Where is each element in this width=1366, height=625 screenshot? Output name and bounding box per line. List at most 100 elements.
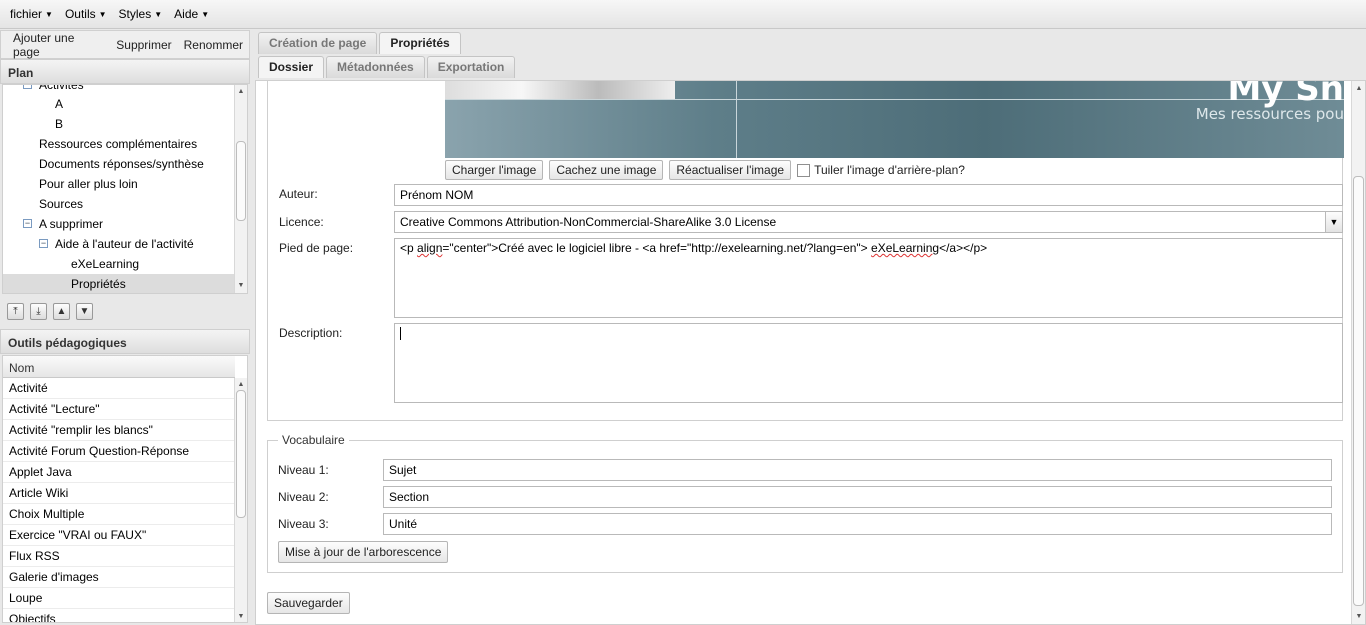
list-item[interactable]: Article Wiki [3, 483, 235, 504]
menu-styles[interactable]: Styles ▼ [113, 7, 169, 21]
banner-subtitle: Mes ressources pou [1195, 105, 1344, 123]
chevron-down-icon: ▼ [45, 9, 53, 19]
list-item[interactable]: Activité Forum Question-Réponse [3, 441, 235, 462]
move-up-icon[interactable]: ▲ [53, 302, 70, 320]
tab-metadonnees[interactable]: Métadonnées [326, 56, 425, 78]
collapse-icon[interactable]: − [23, 219, 32, 228]
tree-item-a-supprimer[interactable]: − A supprimer [23, 214, 103, 234]
license-label: Licence: [279, 215, 324, 229]
menu-outils[interactable]: Outils ▼ [59, 7, 113, 21]
level2-field[interactable]: Section [383, 486, 1332, 508]
tree-item-activites[interactable]: − Activités [23, 85, 84, 95]
header-image-preview: My Sn Mes ressources pou [445, 81, 1344, 158]
scroll-down-icon[interactable]: ▼ [236, 281, 246, 291]
license-value: Creative Commons Attribution-NonCommerci… [400, 215, 777, 229]
tab-exportation[interactable]: Exportation [426, 56, 516, 78]
menu-aide-label: Aide [174, 7, 199, 21]
load-image-button[interactable]: Charger l'image [445, 160, 544, 180]
author-field[interactable]: Prénom NOM [394, 184, 1343, 206]
level1-field[interactable]: Sujet [383, 459, 1332, 481]
tree-item-sources[interactable]: Sources [39, 194, 83, 214]
list-item[interactable]: Flux RSS [3, 546, 235, 567]
tree-item-b[interactable]: B [55, 114, 63, 134]
level2-label: Niveau 2: [278, 490, 329, 504]
text-cursor [400, 327, 401, 341]
tree-item-proprietes[interactable]: Propriétés [3, 274, 235, 293]
list-item[interactable]: Applet Java [3, 462, 235, 483]
list-item[interactable]: Galerie d'images [3, 567, 235, 588]
move-top-icon[interactable]: ⤒ [7, 302, 24, 320]
author-label: Auteur: [279, 187, 318, 201]
list-item[interactable]: Activité [3, 378, 235, 399]
properties-content: My Sn Mes ressources pou Charger l'image… [255, 80, 1366, 625]
left-panel: Ajouter une page Supprimer Renommer Plan… [0, 30, 250, 625]
level3-field[interactable]: Unité [383, 513, 1332, 535]
list-item[interactable]: Choix Multiple [3, 504, 235, 525]
tree-item-pour-aller[interactable]: Pour aller plus loin [39, 174, 138, 194]
update-tree-button[interactable]: Mise à jour de l'arborescence [278, 541, 449, 563]
page-toolbar: Ajouter une page Supprimer Renommer [0, 30, 250, 59]
collapse-icon[interactable]: − [23, 85, 32, 89]
list-item[interactable]: Activité "Lecture" [3, 399, 235, 420]
save-button[interactable]: Sauvegarder [267, 592, 350, 614]
sub-tabs: Dossier Métadonnées Exportation [255, 56, 516, 80]
hide-image-button[interactable]: Cachez une image [549, 160, 664, 180]
move-down-icon[interactable]: ▼ [76, 302, 93, 320]
tree-scrollbar[interactable]: ▲ ▼ [234, 85, 247, 293]
footer-text: </a></p> [939, 241, 988, 255]
scroll-thumb[interactable] [236, 141, 246, 221]
tile-checkbox[interactable] [797, 164, 811, 178]
rename-page-button[interactable]: Renommer [178, 38, 249, 52]
chevron-down-icon: ▼ [98, 9, 107, 19]
collapse-icon[interactable]: − [39, 239, 48, 248]
vocabulary-fieldset: Vocabulaire Niveau 1: Sujet Niveau 2: Se… [267, 433, 1343, 573]
scroll-up-icon[interactable]: ▲ [1354, 84, 1364, 94]
tab-dossier[interactable]: Dossier [258, 56, 325, 78]
tab-proprietes[interactable]: Propriétés [379, 32, 461, 54]
column-header-nom[interactable]: Nom [3, 356, 235, 378]
scroll-down-icon[interactable]: ▼ [1354, 612, 1364, 622]
menu-outils-label: Outils [64, 7, 96, 21]
license-select[interactable]: Creative Commons Attribution-NonCommerci… [394, 211, 1343, 233]
menu-aide[interactable]: Aide ▼ [168, 7, 215, 21]
footer-text: ="center">Créé avec le logiciel libre - … [442, 241, 872, 255]
tree-item-aide-auteur[interactable]: − Aide à l'auteur de l'activité [39, 234, 194, 254]
scroll-up-icon[interactable]: ▲ [236, 87, 246, 97]
footer-text: align [417, 241, 443, 255]
move-toolbar: ⤒ ⤓ ▲ ▼ [2, 296, 248, 326]
scroll-down-icon[interactable]: ▼ [236, 612, 246, 622]
tree-item-exelearning[interactable]: eXeLearning [71, 254, 139, 274]
tab-creation-de-page[interactable]: Création de page [258, 32, 378, 54]
tree-item-documents[interactable]: Documents réponses/synthèse [39, 154, 204, 174]
list-item[interactable]: Objectifs [3, 609, 235, 622]
delete-page-button[interactable]: Supprimer [110, 38, 177, 52]
refresh-image-button[interactable]: Réactualiser l'image [669, 160, 792, 180]
scroll-thumb[interactable] [236, 390, 246, 518]
tree-item-ressources[interactable]: Ressources complémentaires [39, 134, 197, 154]
tree-item-a[interactable]: A [55, 94, 63, 114]
content-scrollbar[interactable]: ▲ ▼ [1351, 81, 1365, 624]
outils-scrollbar[interactable]: ▲ ▼ [234, 378, 247, 622]
outils-list: Nom Activité Activité "Lecture" Activité… [2, 355, 248, 623]
plan-header: Plan [0, 59, 250, 84]
scroll-thumb[interactable] [1353, 176, 1364, 606]
menu-fichier[interactable]: fichier ▼ [4, 7, 59, 21]
add-page-button[interactable]: Ajouter une page [7, 31, 110, 59]
plan-tree: − Activités A B Ressources complémentaire… [2, 84, 248, 294]
tile-checkbox-wrap: Tuiler l'image d'arrière-plan? [797, 163, 965, 178]
menu-bar: fichier ▼ Outils ▼ Styles ▼ Aide ▼ [0, 0, 1366, 29]
package-fieldset: My Sn Mes ressources pou Charger l'image… [267, 81, 1344, 421]
chevron-down-icon[interactable]: ▼ [1325, 212, 1342, 232]
tree-item-label: A supprimer [39, 217, 104, 231]
chevron-down-icon: ▼ [154, 9, 163, 19]
description-textarea[interactable] [394, 323, 1343, 403]
footer-textarea[interactable]: <p align="center">Créé avec le logiciel … [394, 238, 1343, 318]
banner-photo [445, 81, 675, 99]
scroll-up-icon[interactable]: ▲ [236, 380, 246, 390]
list-item[interactable]: Activité "remplir les blancs" [3, 420, 235, 441]
footer-text: <p [400, 241, 418, 255]
banner-divider [445, 99, 1344, 100]
list-item[interactable]: Loupe [3, 588, 235, 609]
move-bottom-icon[interactable]: ⤓ [30, 302, 47, 320]
list-item[interactable]: Exercice "VRAI ou FAUX" [3, 525, 235, 546]
